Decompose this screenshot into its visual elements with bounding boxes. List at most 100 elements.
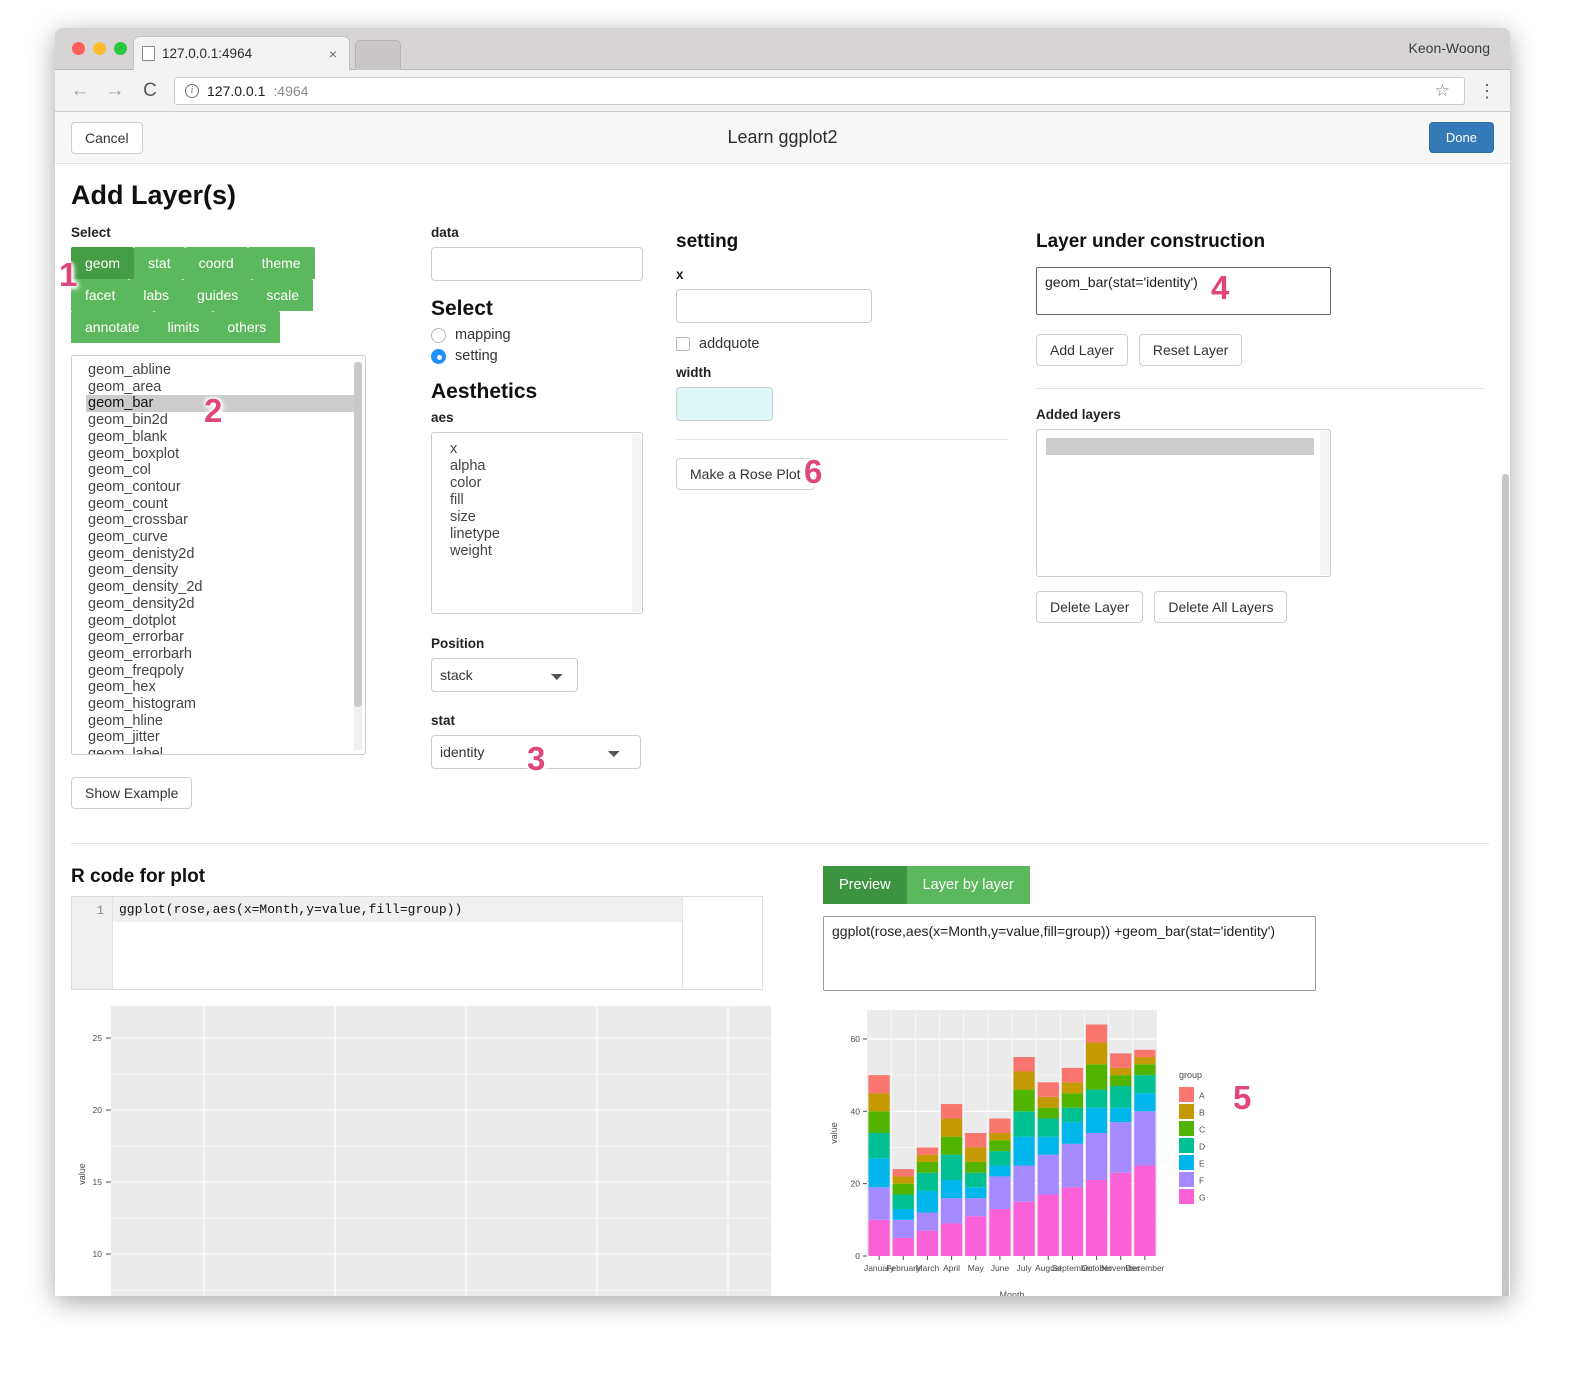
close-window-button[interactable] — [72, 42, 85, 55]
addquote-checkbox-row[interactable]: addquote — [676, 336, 1036, 352]
geom-list-item[interactable]: geom_density_2d — [86, 579, 365, 596]
geom-list-item[interactable]: geom_boxplot — [86, 446, 365, 463]
info-icon[interactable]: i — [185, 83, 199, 98]
geom-list-item[interactable]: geom_freqpoly — [86, 663, 365, 680]
reset-layer-button[interactable]: Reset Layer — [1138, 334, 1243, 366]
category-tab-geom[interactable]: geom — [71, 247, 135, 279]
bar-segment — [892, 1237, 914, 1256]
geom-list-item[interactable]: geom_jitter — [86, 729, 365, 746]
data-input[interactable] — [431, 247, 643, 281]
rcode-right-margin — [682, 897, 762, 989]
legend-label: F — [1199, 1176, 1204, 1186]
radio-setting[interactable]: setting — [431, 348, 676, 364]
empty-plot-ytick: 20 — [93, 1105, 103, 1115]
category-tab-coord[interactable]: coord — [184, 247, 248, 279]
aes-list-item[interactable]: weight — [448, 543, 642, 560]
page-scrollbar[interactable] — [1501, 259, 1510, 1296]
category-tab-limits[interactable]: limits — [153, 311, 214, 343]
aes-list-item[interactable]: linetype — [448, 526, 642, 543]
app-header: Cancel Learn ggplot2 Done — [55, 112, 1510, 164]
reload-icon[interactable]: C — [139, 80, 161, 102]
category-tab-theme[interactable]: theme — [247, 247, 315, 279]
aes-list-item[interactable]: x — [448, 441, 642, 458]
preview-tab-layer-by-layer[interactable]: Layer by layer — [906, 866, 1030, 904]
minimize-window-button[interactable] — [93, 42, 106, 55]
geom-list-item[interactable]: geom_errorbarh — [86, 646, 365, 663]
page-scrollbar-thumb[interactable] — [1502, 474, 1509, 1296]
geom-list-item[interactable]: geom_errorbar — [86, 629, 365, 646]
geom-list-item[interactable]: geom_blank — [86, 429, 365, 446]
legend-label: D — [1199, 1142, 1205, 1152]
bar-segment — [868, 1158, 890, 1188]
addquote-checkbox[interactable] — [676, 337, 690, 351]
rcode-editor[interactable]: 1 ggplot(rose,aes(x=Month,y=value,fill=g… — [71, 896, 763, 990]
geom-list-item[interactable]: geom_hline — [86, 713, 365, 730]
geom-list-item[interactable]: geom_label — [86, 746, 365, 754]
geom-list-item[interactable]: geom_bar — [86, 395, 358, 413]
position-select[interactable]: stackdodgefillidentity — [431, 658, 578, 692]
bar-segment — [965, 1133, 987, 1148]
category-tab-labs[interactable]: labs — [129, 279, 184, 311]
category-tab-scale[interactable]: scale — [252, 279, 313, 311]
category-tab-others[interactable]: others — [213, 311, 281, 343]
geom-list-item[interactable]: geom_count — [86, 496, 365, 513]
setting-x-input[interactable] — [676, 289, 872, 323]
aes-list-item[interactable]: fill — [448, 492, 642, 509]
data-label: data — [431, 225, 459, 240]
geom-list-item[interactable]: geom_crossbar — [86, 512, 365, 529]
make-rose-plot-button[interactable]: Make a Rose Plot — [676, 458, 815, 490]
add-layer-button[interactable]: Add Layer — [1036, 334, 1128, 366]
bar-segment — [1061, 1107, 1084, 1123]
preview-tab-preview[interactable]: Preview — [823, 866, 907, 904]
bookmark-star-icon[interactable]: ☆ — [1435, 81, 1454, 101]
added-layers-list[interactable] — [1036, 429, 1331, 577]
geom-list-item[interactable]: geom_col — [86, 462, 365, 479]
aes-list-scrollbar[interactable] — [632, 434, 641, 612]
aes-list-item[interactable]: alpha — [448, 458, 642, 475]
radio-mapping[interactable]: mapping — [431, 327, 676, 343]
delete-all-layers-button[interactable]: Delete All Layers — [1154, 591, 1288, 623]
category-tab-stat[interactable]: stat — [134, 247, 185, 279]
geom-list-item[interactable]: geom_curve — [86, 529, 365, 546]
category-tab-facet[interactable]: facet — [71, 279, 130, 311]
radio-setting-icon[interactable] — [431, 348, 446, 364]
delete-layer-button[interactable]: Delete Layer — [1036, 591, 1144, 623]
done-button[interactable]: Done — [1428, 122, 1494, 153]
geom-list-item[interactable]: geom_dotplot — [86, 613, 365, 630]
show-example-button[interactable]: Show Example — [71, 777, 193, 809]
geom-list-item[interactable]: geom_density2d — [86, 596, 365, 613]
stat-select[interactable]: identitycountbin — [431, 735, 641, 769]
chrome-menu-icon[interactable]: ⋮ — [1478, 82, 1496, 100]
window-controls[interactable] — [72, 42, 127, 55]
geom-list-item[interactable]: geom_density — [86, 562, 365, 579]
radio-mapping-icon[interactable] — [431, 327, 446, 343]
geom-list-item[interactable]: geom_histogram — [86, 696, 365, 713]
preview-code-textarea[interactable]: ggplot(rose,aes(x=Month,y=value,fill=gro… — [823, 916, 1316, 991]
geom-list-scrollbar-thumb[interactable] — [354, 362, 362, 707]
aes-list-item[interactable]: color — [448, 475, 642, 492]
address-bar[interactable]: i 127.0.0.1:4964 ☆ — [174, 76, 1465, 105]
geom-list-item[interactable]: geom_area — [86, 379, 365, 396]
category-tab-guides[interactable]: guides — [183, 279, 253, 311]
category-tab-annotate[interactable]: annotate — [71, 311, 154, 343]
geom-list-item[interactable]: geom_abline — [86, 362, 365, 379]
geom-list[interactable]: geom_abline geom_area geom_bar geom_bin2d ge… — [71, 355, 366, 755]
aes-list[interactable]: x alpha color fill size linetype weight — [431, 432, 643, 614]
close-tab-icon[interactable]: × — [325, 46, 341, 62]
rcode-text-area[interactable]: ggplot(rose,aes(x=Month,y=value,fill=gro… — [113, 897, 682, 989]
geom-list-item[interactable]: geom_denisty2d — [86, 546, 365, 563]
geom-list-item[interactable]: geom_hex — [86, 679, 365, 696]
browser-tab[interactable]: 127.0.0.1:4964 × — [133, 36, 350, 70]
aes-list-item[interactable]: size — [448, 509, 642, 526]
geom-list-item[interactable]: geom_bin2d — [86, 412, 365, 429]
layer-code-textarea[interactable]: geom_bar(stat='identity') — [1036, 267, 1331, 315]
new-tab-button[interactable] — [355, 40, 401, 70]
width-input[interactable] — [676, 387, 773, 421]
geom-list-item[interactable]: geom_contour — [86, 479, 365, 496]
profile-name[interactable]: Keon-Woong — [1409, 40, 1490, 56]
forward-icon[interactable]: → — [104, 80, 126, 102]
maximize-window-button[interactable] — [114, 42, 127, 55]
added-layers-selected-row[interactable] — [1046, 438, 1314, 455]
added-layers-scrollbar[interactable] — [1320, 431, 1329, 575]
back-icon[interactable]: ← — [69, 80, 91, 102]
